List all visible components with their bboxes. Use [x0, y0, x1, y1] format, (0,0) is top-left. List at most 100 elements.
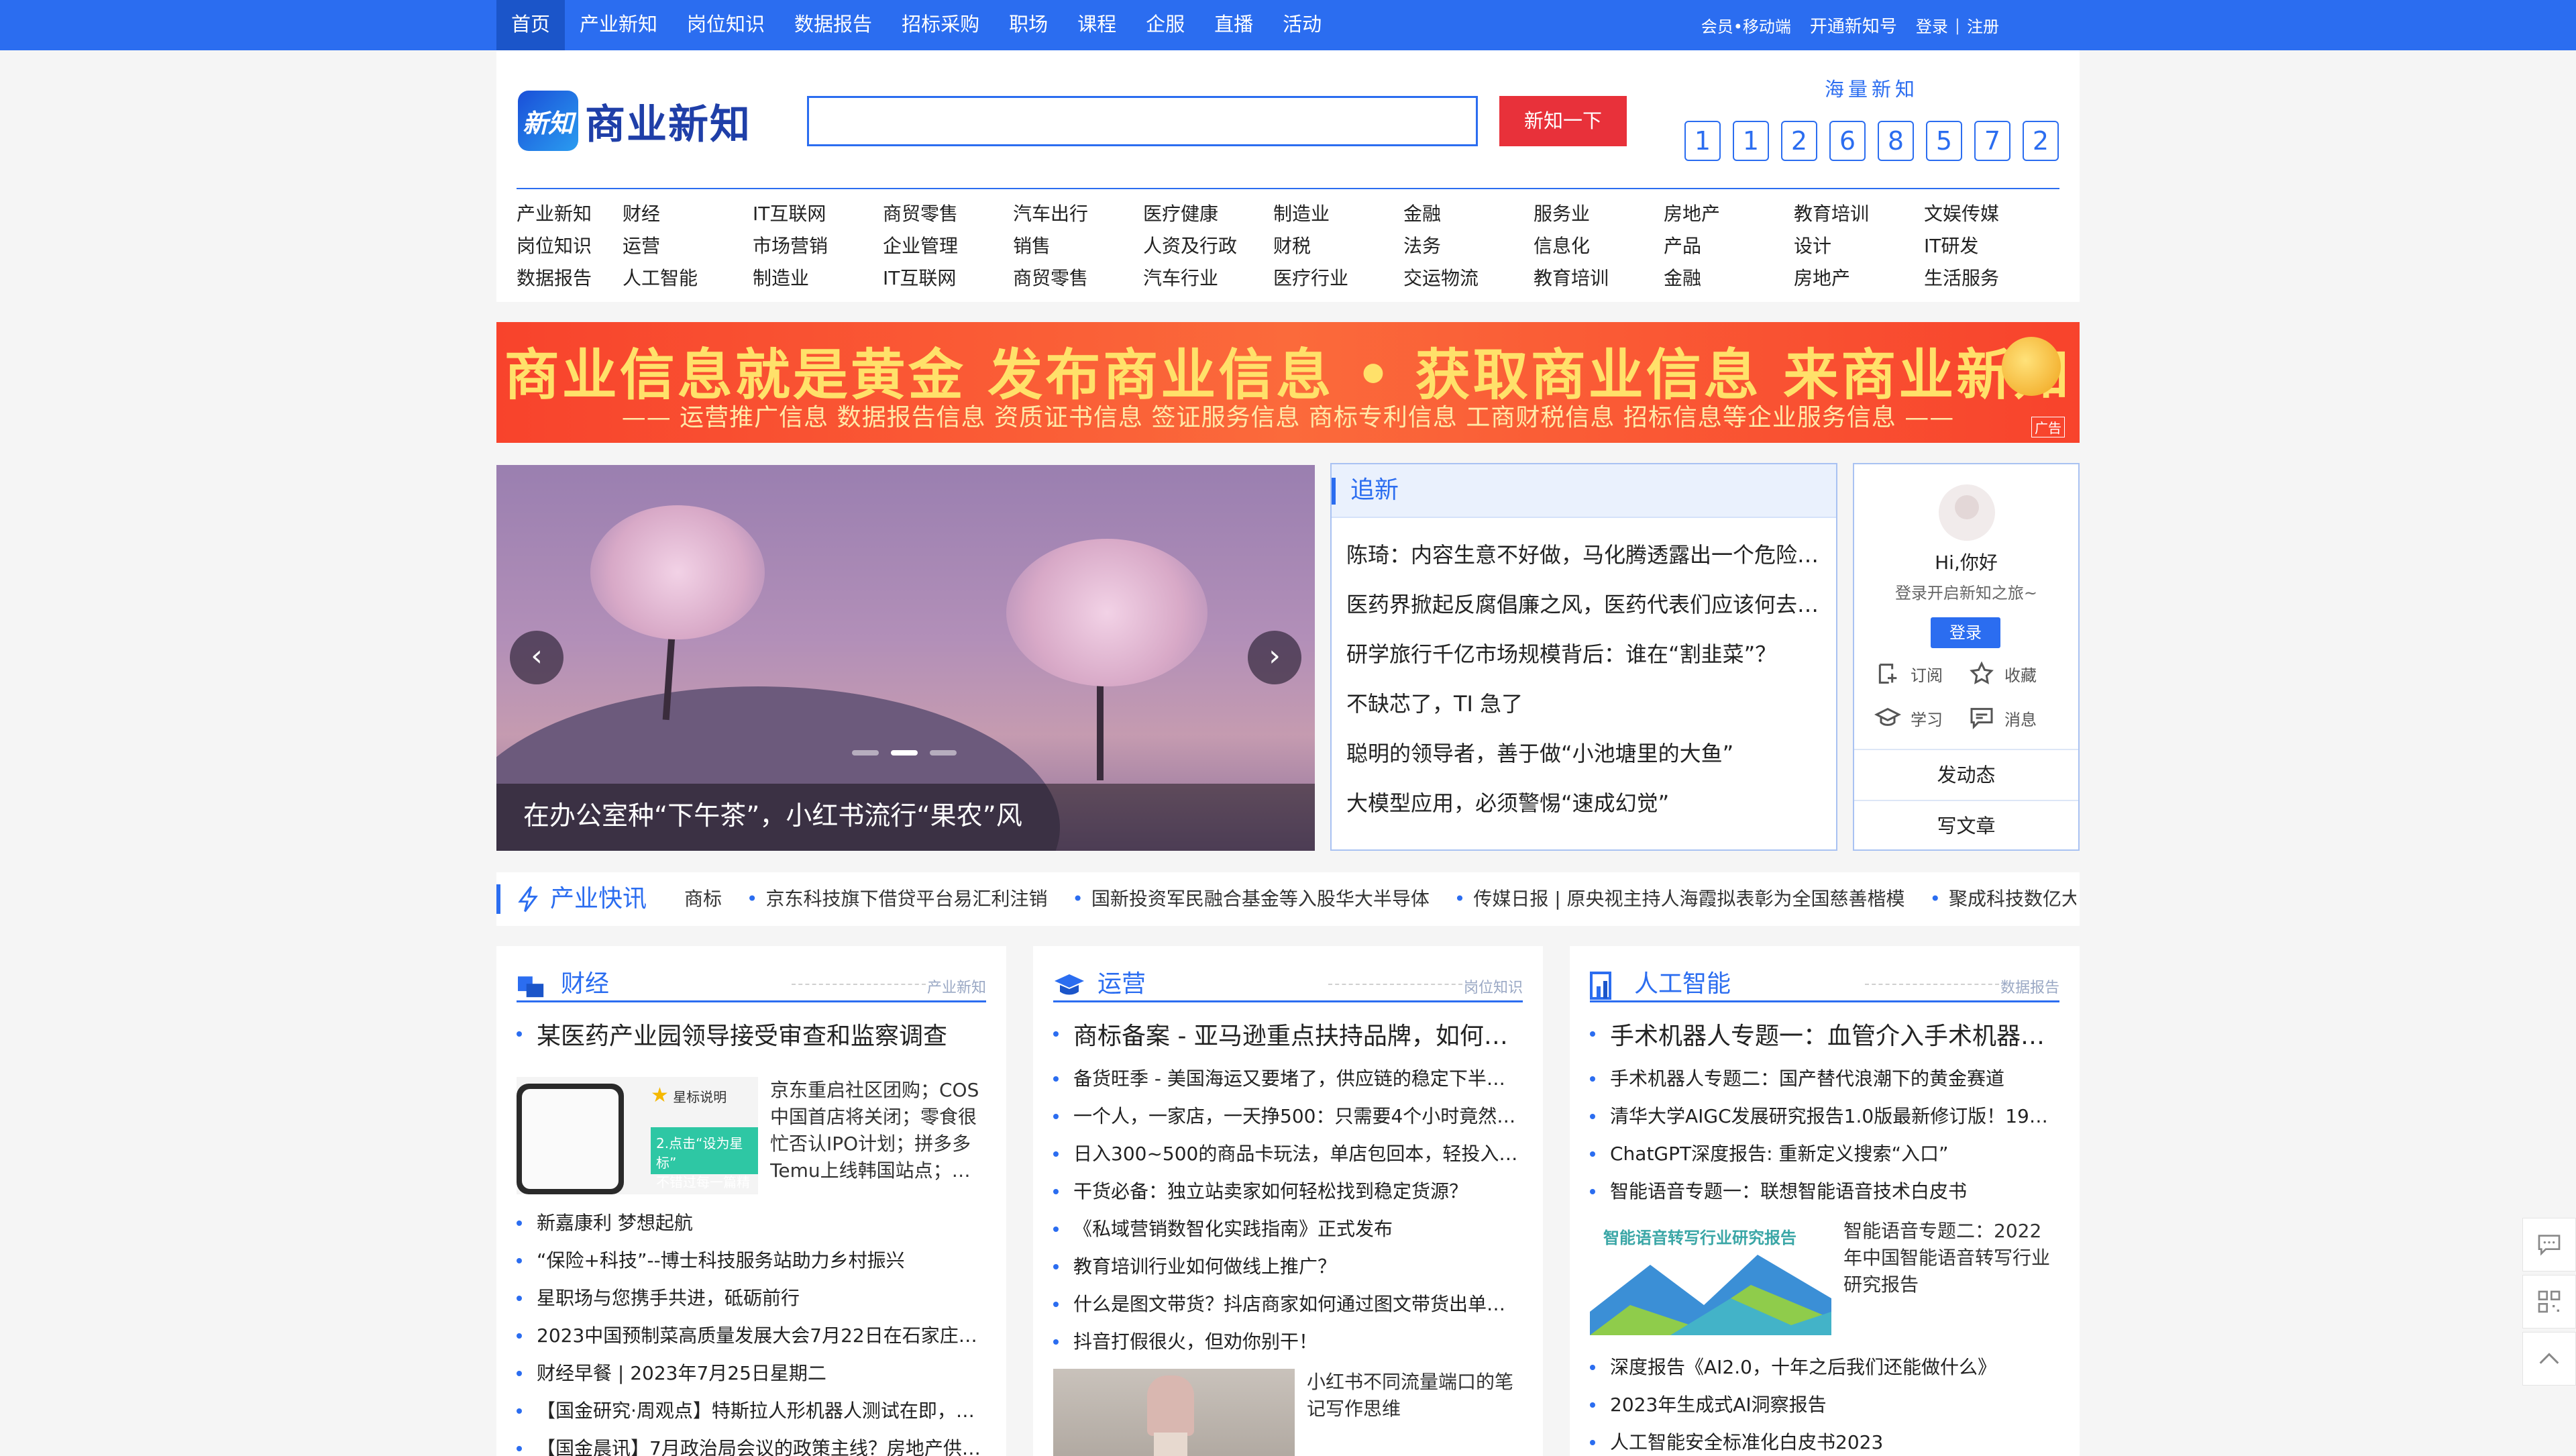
category-link[interactable]: 教育培训	[1794, 198, 1924, 230]
category-row-head[interactable]: 产业新知	[517, 198, 623, 230]
nav-home[interactable]: 首页	[496, 0, 566, 50]
column-lead-headline[interactable]: 手术机器人专题一：血管介入手术机器人研究报告	[1590, 1017, 2059, 1051]
category-link[interactable]: 汽车出行	[1013, 198, 1143, 230]
category-link[interactable]: 人工智能	[623, 262, 753, 295]
nav-bidding[interactable]: 招标采购	[887, 0, 994, 50]
column-lead-headline[interactable]: 某医药产业园领导接受审查和监察调查	[517, 1017, 986, 1051]
carousel-dot-active[interactable]	[891, 750, 918, 756]
list-item[interactable]: 手术机器人专题二：国产替代浪潮下的黄金赛道	[1590, 1060, 2059, 1098]
nav-industry[interactable]: 产业新知	[565, 0, 672, 50]
nav-events[interactable]: 活动	[1268, 0, 1336, 50]
category-link[interactable]: 制造业	[1273, 198, 1403, 230]
category-link[interactable]: 人资及行政	[1143, 230, 1273, 262]
list-item[interactable]: 教育培训行业如何做线上推广？	[1053, 1248, 1523, 1286]
back-to-top-button[interactable]	[2522, 1332, 2576, 1386]
category-link[interactable]: 汽车行业	[1143, 262, 1273, 295]
search-input[interactable]	[807, 96, 1478, 146]
category-link[interactable]: 金融	[1403, 198, 1534, 230]
category-link[interactable]: 运营	[623, 230, 753, 262]
user-login-button[interactable]: 登录	[1931, 617, 2000, 648]
carousel-dot[interactable]	[852, 750, 879, 756]
category-link[interactable]: IT研发	[1924, 230, 2054, 262]
site-logo[interactable]: 新知 商业新知	[518, 91, 751, 151]
category-link[interactable]: 金融	[1664, 262, 1794, 295]
category-link[interactable]: 服务业	[1534, 198, 1664, 230]
category-link[interactable]: 医疗健康	[1143, 198, 1273, 230]
column-title[interactable]: 人工智能	[1634, 968, 1731, 1001]
list-item[interactable]: 日入300~500的商品卡玩法，单店包回本，轻投入…	[1053, 1135, 1523, 1173]
list-item[interactable]: 新嘉康利 梦想起航	[517, 1204, 986, 1242]
list-item[interactable]: 抖音打假很火，但劝你别干！	[1053, 1323, 1523, 1361]
column-lead-headline[interactable]: 商标备案 - 亚马逊重点扶持品牌，如何快速完成品牌备案	[1053, 1017, 1523, 1051]
list-item[interactable]: 深度报告《AI2.0，十年之后我们还能做什么》	[1590, 1349, 2059, 1386]
ad-banner[interactable]: 商业信息就是黄金 发布商业信息 • 获取商业信息 来商业新知 —— 运营推广信息…	[496, 322, 2080, 443]
category-link[interactable]: 文娱传媒	[1924, 198, 2054, 230]
category-link[interactable]: 房地产	[1794, 262, 1924, 295]
nav-data-report[interactable]: 数据报告	[780, 0, 887, 50]
open-account-link[interactable]: 开通新知号	[1810, 13, 1897, 38]
category-link[interactable]: 法务	[1403, 230, 1534, 262]
feature-article[interactable]: 小红书不同流量端口的笔记写作思维	[1053, 1369, 1523, 1456]
list-item[interactable]: 一个人，一家店，一天挣500：只需要4个小时竟然…	[1053, 1098, 1523, 1135]
favorite-action[interactable]: 收藏	[1968, 660, 2062, 687]
category-link[interactable]: 产品	[1664, 230, 1794, 262]
category-link[interactable]: 商贸零售	[883, 198, 1013, 230]
search-button[interactable]: 新知一下	[1499, 96, 1627, 146]
login-link[interactable]: 登录	[1916, 13, 1948, 37]
news-item[interactable]: 聪明的领导者，善于做“小池塘里的大鱼”	[1346, 729, 1823, 778]
nav-live[interactable]: 直播	[1199, 0, 1268, 50]
write-article-button[interactable]: 写文章	[1854, 800, 2078, 851]
category-link[interactable]: 房地产	[1664, 198, 1794, 230]
category-link[interactable]: 信息化	[1534, 230, 1664, 262]
carousel-dot[interactable]	[930, 750, 957, 756]
nav-courses[interactable]: 课程	[1063, 0, 1131, 50]
ticker-item[interactable]: 商标	[684, 888, 722, 910]
carousel-next-button[interactable]: ›	[1248, 631, 1301, 684]
category-link[interactable]: 销售	[1013, 230, 1143, 262]
category-row-head[interactable]: 岗位知识	[517, 230, 623, 262]
list-item[interactable]: 智能语音专题一：联想智能语音技术白皮书	[1590, 1173, 2059, 1210]
feature-article[interactable]: 智能语音转写行业研究报告 智能语音专题二：2022年中国智能语音转写行业研究报告	[1590, 1218, 2059, 1335]
list-item[interactable]: 【国金研究·周观点】特斯拉人形机器人测试在即，…	[517, 1392, 986, 1430]
hero-carousel[interactable]: ‹ › 在办公室种“下午茶”，小红书流行“果农”风	[496, 465, 1315, 851]
feedback-button[interactable]	[2522, 1218, 2576, 1271]
qr-code-button[interactable]	[2522, 1275, 2576, 1329]
list-item[interactable]: “保险+科技”--博士科技服务站助力乡村振兴	[517, 1242, 986, 1280]
list-item[interactable]: 干货必备：独立站卖家如何轻松找到稳定货源？	[1053, 1173, 1523, 1210]
nav-job-knowledge[interactable]: 岗位知识	[672, 0, 780, 50]
category-link[interactable]: 交运物流	[1403, 262, 1534, 295]
category-link[interactable]: 制造业	[753, 262, 883, 295]
category-link[interactable]: 设计	[1794, 230, 1924, 262]
category-row-head[interactable]: 数据报告	[517, 262, 623, 295]
category-link[interactable]: 生活服务	[1924, 262, 2054, 295]
category-link[interactable]: 企业管理	[883, 230, 1013, 262]
column-tag[interactable]: 数据报告	[2000, 976, 2059, 997]
message-action[interactable]: 消息	[1968, 705, 2062, 731]
category-link[interactable]: IT互联网	[753, 198, 883, 230]
list-item[interactable]: 备货旺季 - 美国海运又要堵了，供应链的稳定下半年…	[1053, 1060, 1523, 1098]
column-title[interactable]: 财经	[561, 968, 609, 1001]
ticker-item[interactable]: 传媒日报 | 原央视主持人海霞拟表彰为全国慈善楷模	[1473, 888, 1904, 910]
category-link[interactable]: 财经	[623, 198, 753, 230]
category-link[interactable]: 商贸零售	[1013, 262, 1143, 295]
member-mobile-link[interactable]: 会员•移动端	[1701, 13, 1791, 37]
category-link[interactable]: 医疗行业	[1273, 262, 1403, 295]
nav-career[interactable]: 职场	[994, 0, 1063, 50]
feature-article[interactable]: ★ 星标说明 2.点击“设为星标” 不错过每一篇精彩 京东重启社区团购；COS中国…	[517, 1077, 986, 1194]
category-link[interactable]: 财税	[1273, 230, 1403, 262]
learn-action[interactable]: 学习	[1874, 705, 1968, 731]
category-link[interactable]: 市场营销	[753, 230, 883, 262]
list-item[interactable]: 财经早餐 | 2023年7月25日星期二	[517, 1355, 986, 1392]
post-update-button[interactable]: 发动态	[1854, 749, 2078, 800]
list-item[interactable]: 清华大学AIGC发展研究报告1.0版最新修订版！196…	[1590, 1098, 2059, 1135]
category-link[interactable]: IT互联网	[883, 262, 1013, 295]
list-item[interactable]: 《私域营销数智化实践指南》正式发布	[1053, 1210, 1523, 1248]
news-item[interactable]: 研学旅行千亿市场规模背后：谁在“割韭菜”？	[1346, 629, 1823, 679]
list-item[interactable]: 什么是图文带货？抖店商家如何通过图文带货出单爆…	[1053, 1286, 1523, 1323]
column-tag[interactable]: 产业新知	[927, 976, 986, 997]
list-item[interactable]: 2023年生成式AI洞察报告	[1590, 1386, 2059, 1424]
news-item[interactable]: 陈琦：内容生意不好做，马化腾透露出一个危险信号	[1346, 530, 1823, 580]
list-item[interactable]: 2023中国预制菜高质量发展大会7月22日在石家庄举行	[517, 1317, 986, 1355]
list-item[interactable]: 人工智能安全标准化白皮书2023	[1590, 1424, 2059, 1456]
ticker-item[interactable]: 京东科技旗下借贷平台易汇利注销	[765, 888, 1047, 910]
